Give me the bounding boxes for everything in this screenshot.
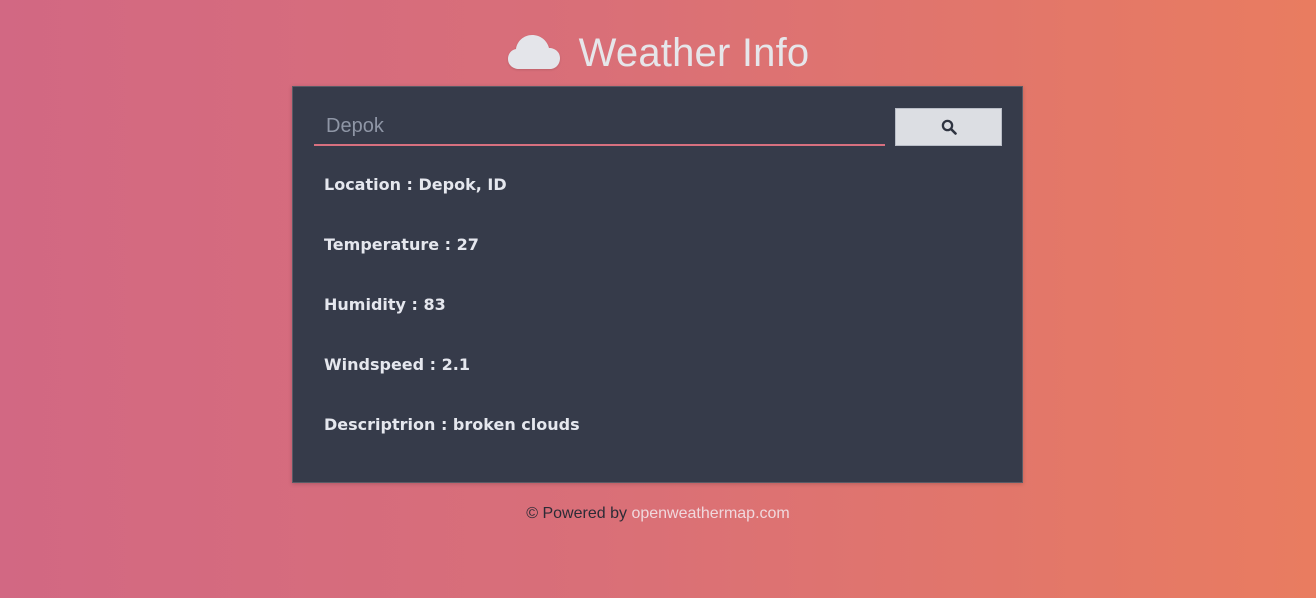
search-button[interactable] <box>895 108 1002 146</box>
temperature-text: Temperature : 27 <box>324 235 479 254</box>
footer-prefix: © Powered by <box>526 505 627 522</box>
windspeed-text: Windspeed : 2.1 <box>324 355 470 374</box>
footer: © Powered by openweathermap.com <box>0 505 1316 523</box>
humidity-text: Humidity : 83 <box>324 295 446 314</box>
search-icon <box>941 119 957 135</box>
page-title: Weather Info <box>578 31 810 75</box>
location-text: Location : Depok, ID <box>324 175 507 194</box>
weather-details: Location : Depok, ID Temperature : 27 Hu… <box>324 173 984 473</box>
page-header: Weather Info <box>0 28 1316 78</box>
weather-card: Location : Depok, ID Temperature : 27 Hu… <box>292 86 1023 483</box>
description-text: Descriptrion : broken clouds <box>324 415 580 434</box>
cloud-icon <box>507 35 560 69</box>
search-input[interactable] <box>314 111 885 146</box>
openweathermap-link[interactable]: openweathermap.com <box>631 505 789 522</box>
